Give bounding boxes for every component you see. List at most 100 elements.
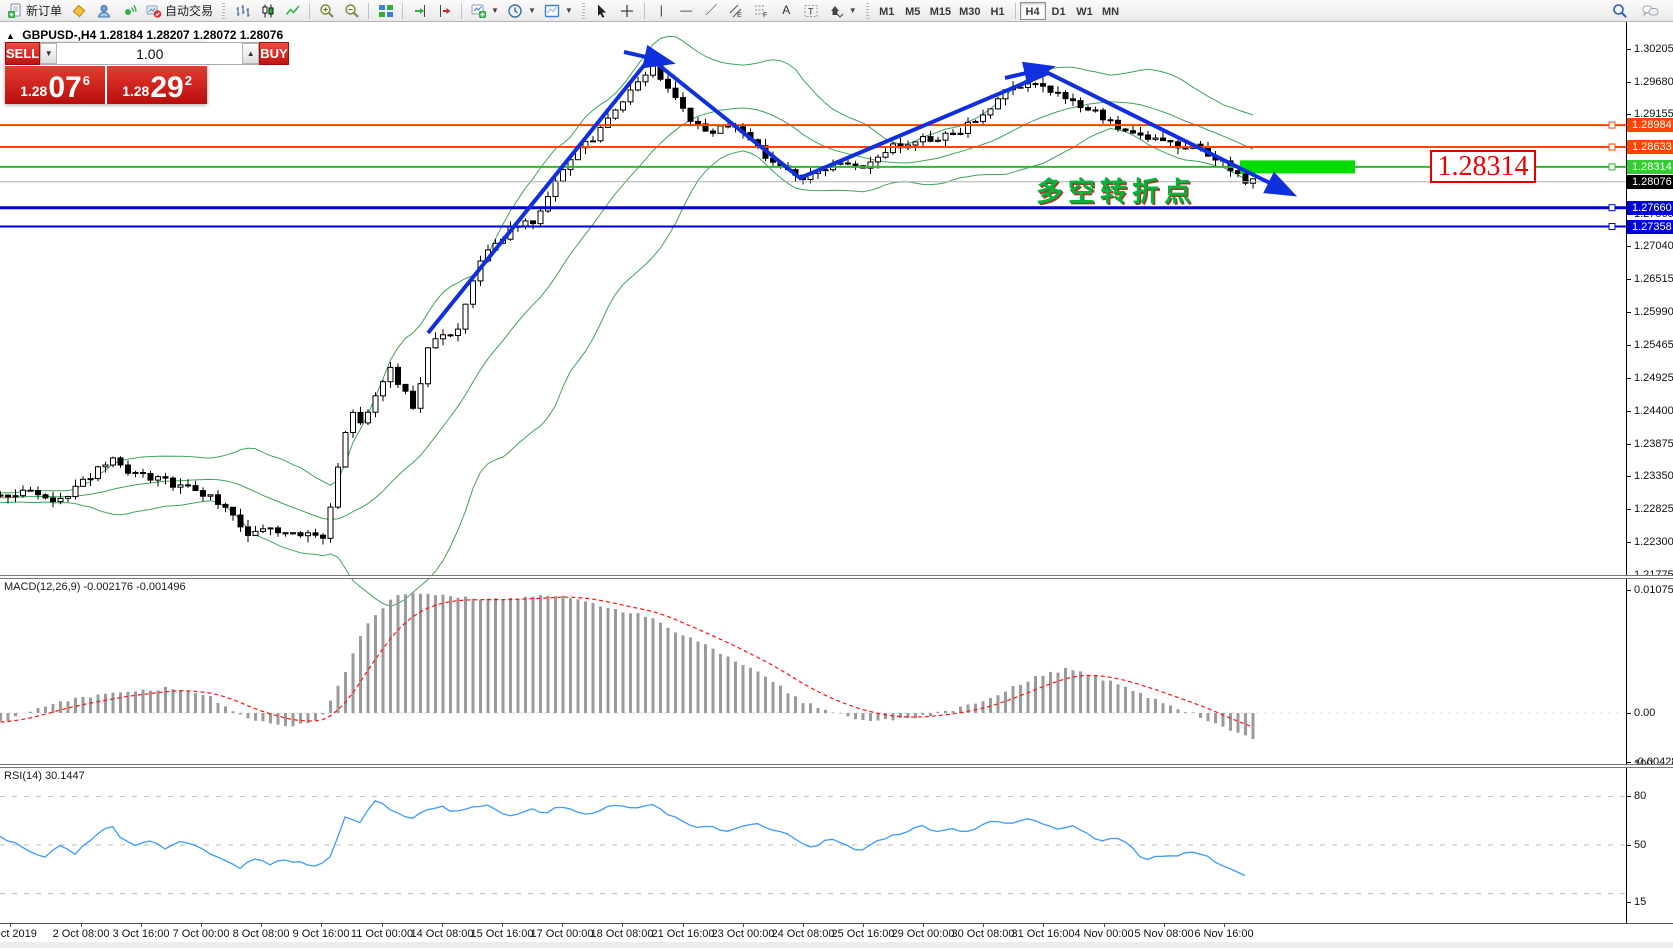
time-tick — [863, 924, 864, 927]
timeframe-d1-button[interactable]: D1 — [1046, 2, 1072, 20]
time-axis-label: 2 Oct 08:00 — [53, 928, 110, 940]
chart-canvas[interactable] — [0, 22, 1626, 923]
text-label-tool-button[interactable]: T — [799, 1, 824, 21]
toolbar-separator — [644, 3, 645, 19]
price-callout-box[interactable]: 1.28314 — [1430, 150, 1536, 183]
new-order-button[interactable]: 新订单 — [2, 1, 66, 21]
chat-button[interactable] — [1638, 1, 1663, 21]
volume-spinner: ▼ ▲ — [40, 42, 259, 65]
price-tick-label-tick — [1627, 82, 1631, 83]
search-button[interactable] — [1607, 1, 1632, 21]
candlestick-chart-icon — [259, 2, 276, 19]
price-level-label: 1.28314 — [1627, 160, 1673, 174]
sell-button[interactable]: SELL — [5, 42, 40, 65]
timeframe-h4-button[interactable]: H4 — [1020, 2, 1046, 20]
pane-splitter[interactable] — [0, 764, 1673, 768]
auto-scroll-button[interactable] — [407, 1, 432, 21]
new-order-label: 新订单 — [26, 2, 62, 19]
volume-decrease-button[interactable]: ▼ — [40, 43, 57, 64]
time-tick — [1164, 924, 1165, 927]
chart-symbol: GBPUSD-,H4 — [22, 28, 96, 42]
periods-button[interactable]: ▼ — [503, 1, 540, 21]
time-tick — [81, 924, 82, 927]
rsi-scale-label: 50 — [1634, 839, 1646, 851]
profiles-button[interactable] — [91, 1, 116, 21]
macd-scale-label-tick — [1627, 762, 1631, 763]
arrows-tool-button[interactable]: ▼ — [824, 1, 861, 21]
zoom-out-button[interactable] — [339, 1, 364, 21]
price-axis[interactable]: 1.302051.296801.291551.275651.270401.265… — [1626, 22, 1673, 923]
bar-chart-button[interactable] — [230, 1, 255, 21]
collapse-panel-icon[interactable]: ▲ — [6, 31, 15, 41]
volume-increase-button[interactable]: ▲ — [242, 43, 259, 64]
time-axis-label: 3 Oct 16:00 — [113, 928, 170, 940]
text-tool-button[interactable]: A — [774, 1, 799, 21]
volume-input[interactable] — [57, 43, 242, 64]
macd-scale-label: 0.00 — [1634, 707, 1655, 719]
toolbar-separator — [368, 3, 369, 19]
price-tick-label-tick — [1627, 312, 1631, 313]
dropdown-arrow-icon: ▼ — [528, 6, 536, 15]
timeframe-m5-button[interactable]: M5 — [900, 2, 926, 20]
time-axis-label: 4 Nov 00:00 — [1074, 928, 1133, 940]
chart-title: ▲ GBPUSD-,H4 1.28184 1.28207 1.28072 1.2… — [6, 28, 283, 42]
signals-button[interactable] — [116, 1, 141, 21]
price-tick-label-tick — [1627, 476, 1631, 477]
pane-splitter[interactable] — [0, 575, 1673, 579]
price-tick-label: 1.26515 — [1634, 273, 1673, 285]
time-axis-label: 30 Oct 08:00 — [952, 928, 1015, 940]
timeframe-m1-button[interactable]: M1 — [874, 2, 900, 20]
price-tick-label-tick — [1627, 246, 1631, 247]
time-tick — [502, 924, 503, 927]
time-tick — [261, 924, 262, 927]
toolbar-grip[interactable] — [866, 3, 869, 19]
chart-shift-button[interactable] — [432, 1, 457, 21]
macd-scale-label-tick — [1627, 590, 1631, 591]
candlestick-chart-button[interactable] — [255, 1, 280, 21]
candles — [0, 59, 1256, 545]
vertical-line-tool-button[interactable]: | — [649, 1, 674, 21]
price-tick-label: 1.29680 — [1634, 76, 1673, 88]
market-watch-button[interactable] — [66, 1, 91, 21]
tile-windows-button[interactable] — [373, 1, 398, 21]
toolbar-grip[interactable] — [582, 3, 585, 19]
chart-shift-icon — [436, 2, 453, 19]
auto-trading-icon — [145, 2, 162, 19]
dropdown-arrow-icon: ▼ — [565, 6, 573, 15]
text-label-icon: T — [803, 2, 820, 19]
buy-price-display[interactable]: 1.28 29 2 — [107, 66, 207, 104]
indicators-button[interactable]: ▼ — [466, 1, 503, 21]
time-axis[interactable]: 1 Oct 20192 Oct 08:003 Oct 16:007 Oct 00… — [0, 923, 1673, 948]
turning-point-annotation[interactable]: 多空转折点 — [1036, 170, 1196, 209]
auto-trading-button[interactable]: 自动交易 — [141, 1, 217, 21]
trendline-tool-button[interactable]: ／ — [699, 1, 724, 21]
timeframe-mn-button[interactable]: MN — [1098, 2, 1124, 20]
fibonacci-tool-button[interactable]: F — [749, 1, 774, 21]
timeframe-m15-button[interactable]: M15 — [926, 2, 955, 20]
sell-price-display[interactable]: 1.28 07 6 — [5, 66, 105, 104]
horizontal-line-tool-button[interactable]: — — [674, 1, 699, 21]
zoom-out-icon — [343, 2, 360, 19]
sell-price-base: 1.28 — [20, 83, 47, 99]
time-tick — [983, 924, 984, 927]
crosshair-tool-button[interactable] — [615, 1, 640, 21]
window-bottom-strip — [0, 942, 1673, 948]
timeframe-w1-button[interactable]: W1 — [1072, 2, 1098, 20]
channel-tool-button[interactable]: E — [724, 1, 749, 21]
price-tick-label-tick — [1627, 411, 1631, 412]
time-axis-label: 7 Oct 00:00 — [173, 928, 230, 940]
cursor-tool-button[interactable] — [590, 1, 615, 21]
buy-button[interactable]: BUY — [259, 42, 288, 65]
timeframe-m30-button[interactable]: M30 — [955, 2, 984, 20]
time-tick — [442, 924, 443, 927]
toolbar-grip[interactable] — [222, 3, 225, 19]
rsi-indicator — [0, 796, 1626, 893]
zoom-in-button[interactable] — [314, 1, 339, 21]
time-axis-label: 17 Oct 00:00 — [531, 928, 594, 940]
line-chart-button[interactable] — [280, 1, 305, 21]
templates-button[interactable]: ▼ — [540, 1, 577, 21]
timeframe-h1-button[interactable]: H1 — [985, 2, 1011, 20]
fibonacci-icon: F — [753, 2, 770, 19]
zoom-in-icon — [318, 2, 335, 19]
time-axis-label: 24 Oct 08:00 — [772, 928, 835, 940]
